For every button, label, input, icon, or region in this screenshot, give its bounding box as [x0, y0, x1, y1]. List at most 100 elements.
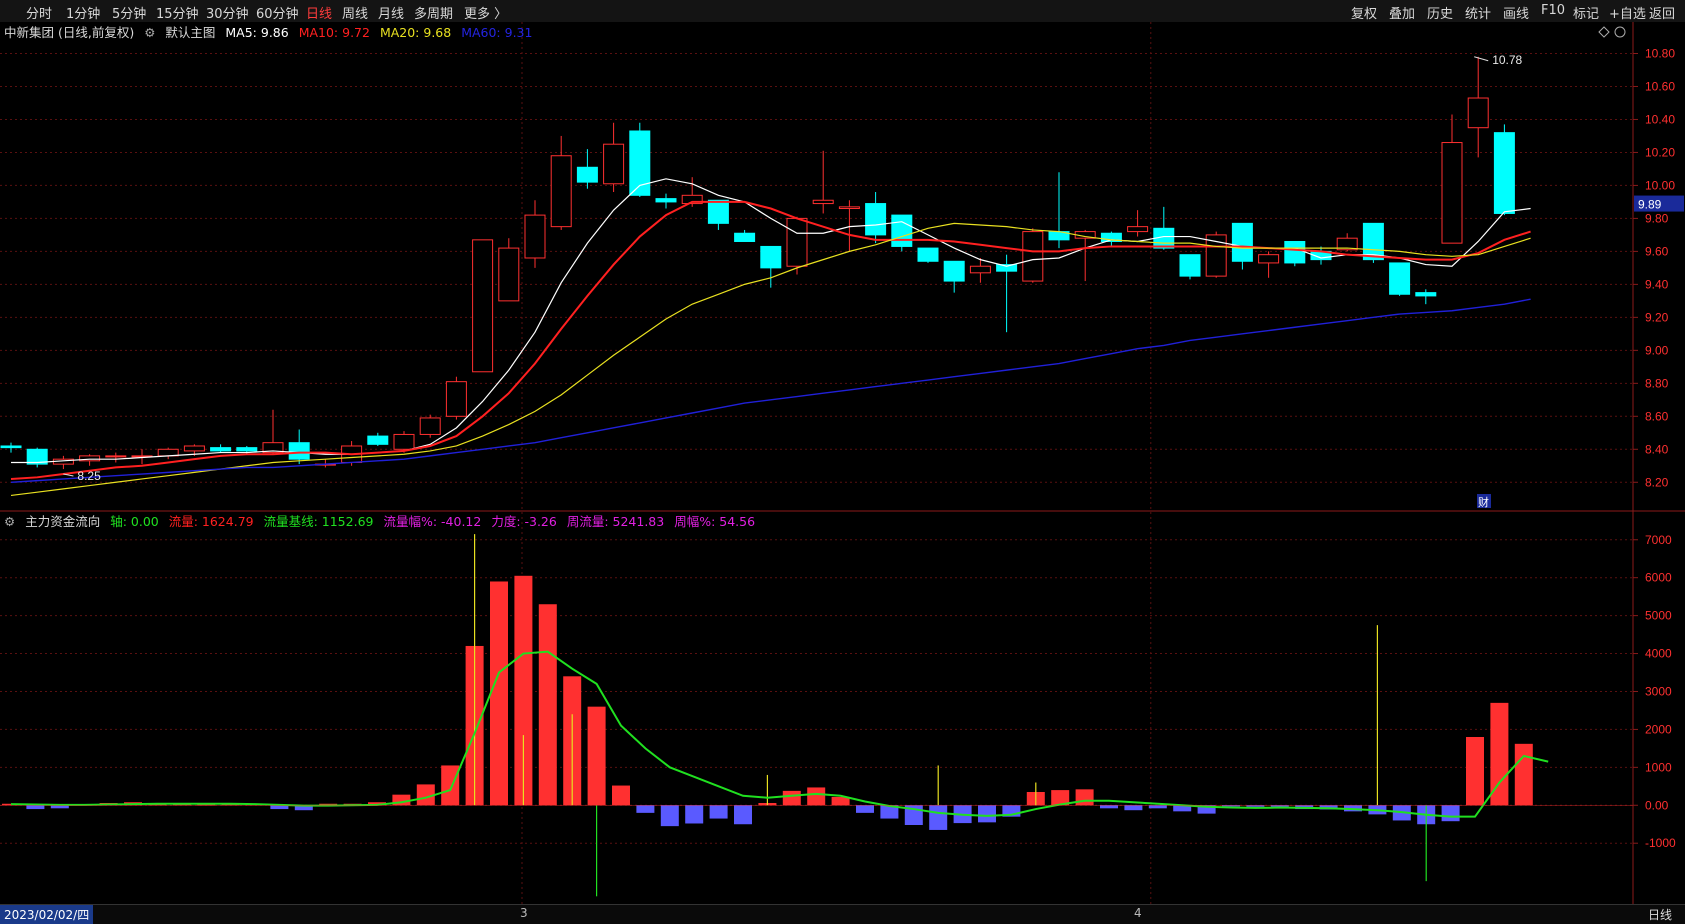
period-tab-4[interactable]: 30分钟	[206, 3, 249, 22]
candle-body-15	[393, 433, 415, 450]
cursor-date: 2023/02/02/四	[0, 905, 94, 924]
main-legend: 中新集团 (日线,前复权) ⚙ 默认主图 MA5: 9.86 MA10: 9.7…	[4, 22, 538, 41]
flow-tick-label-3: 4000	[1645, 647, 1672, 661]
toolbar-button-2[interactable]: 历史	[1427, 3, 1453, 22]
toolbar-button-3[interactable]: 统计	[1465, 3, 1491, 22]
period-tab-9[interactable]: 多周期	[414, 3, 453, 22]
candle-body-28	[734, 232, 756, 242]
period-tab-10[interactable]: 更多 〉	[464, 3, 507, 22]
period-tab-8[interactable]: 月线	[378, 3, 404, 22]
flow-bar-38	[929, 805, 948, 830]
period-tab-7[interactable]: 周线	[342, 3, 368, 22]
flow-bar-59	[1441, 805, 1460, 822]
flow-bar-25	[612, 785, 630, 806]
candle-body-21	[550, 155, 572, 228]
candle-body-20	[524, 214, 546, 259]
flow-bar-1	[26, 805, 45, 810]
flow-tick-label-2: 5000	[1645, 609, 1672, 623]
period-tab-6[interactable]: 日线	[306, 3, 332, 22]
toolbar-button-8[interactable]: 返回	[1649, 3, 1675, 22]
baseline-value: 流量基线: 1152.69	[263, 514, 374, 529]
price-tick-label-1: 10.60	[1645, 79, 1675, 93]
candle-body-35	[917, 247, 939, 262]
candle-body-18	[472, 239, 494, 373]
price-tick-label-3: 10.20	[1645, 145, 1675, 159]
strength-value: 力度: -3.26	[491, 514, 557, 529]
price-tick-label-0: 10.80	[1645, 46, 1675, 60]
sub-indicator-name[interactable]: 主力资金流向	[25, 514, 100, 529]
month-label-3: 3	[520, 906, 528, 920]
candle-body-9	[236, 447, 258, 452]
toolbar-button-0[interactable]: 复权	[1351, 3, 1377, 22]
period-tab-5[interactable]: 60分钟	[256, 3, 299, 22]
toolbar-button-6[interactable]: 标记	[1573, 3, 1599, 22]
candle-body-55	[1441, 142, 1463, 244]
low-price-label: 8.25	[77, 469, 101, 483]
price-tick-label-11: 8.60	[1645, 409, 1669, 423]
candle-body-57	[1493, 132, 1515, 214]
flow-bar-32	[782, 790, 801, 806]
candle-body-47	[1231, 222, 1253, 262]
price-tick-label-12: 8.40	[1645, 442, 1669, 456]
candle-body-23	[603, 143, 625, 185]
toolbar-button-7[interactable]: +自选	[1609, 3, 1646, 22]
period-tab-0[interactable]: 分时	[26, 3, 52, 22]
last-price-label: 9.89	[1638, 198, 1662, 212]
ma5-value: MA5: 9.86	[225, 25, 289, 40]
kline-chart: 10.80 10.60 10.40 10.20 10.00 9.80 9.60 9.40 9.2…	[0, 22, 1685, 904]
flow-bar-62	[1514, 743, 1533, 806]
candle-body-25	[655, 198, 677, 203]
period-tab-1[interactable]: 1分钟	[66, 3, 100, 22]
price-tick-label-6: 9.60	[1645, 244, 1669, 258]
toolbar-button-1[interactable]: 叠加	[1389, 3, 1415, 22]
candle-body-19	[498, 247, 520, 302]
flow-bar-60	[1466, 737, 1484, 806]
flow-tick-label-0: 7000	[1645, 533, 1672, 547]
flow-value: 流量: 1624.79	[168, 514, 254, 529]
candle-body-31	[812, 199, 834, 205]
candle-body-22	[576, 166, 598, 183]
candle-body-39	[1022, 231, 1044, 282]
candle-body-27	[707, 199, 729, 224]
candle-body-30	[786, 217, 808, 267]
toolbar-button-4[interactable]: 画线	[1503, 3, 1529, 22]
ma20-value: MA20: 9.68	[379, 25, 452, 40]
period-label: 日线	[1648, 908, 1673, 922]
candle-body-7	[183, 445, 205, 452]
ma10-value: MA10: 9.72	[298, 25, 370, 40]
flow-bar-28	[685, 805, 704, 824]
toolbar-button-5[interactable]: F10	[1541, 3, 1565, 18]
candle-body-8	[210, 447, 232, 452]
price-tick-label-5: 9.80	[1645, 211, 1669, 225]
flow-bar-24	[587, 706, 606, 806]
flow-bar-33	[807, 787, 826, 806]
candle-body-32	[838, 206, 860, 210]
price-tick-label-8: 9.20	[1645, 310, 1669, 324]
candle-body-49	[1284, 240, 1306, 264]
candle-body-17	[445, 381, 467, 417]
candle-body-4	[105, 455, 127, 458]
price-tick-label-10: 8.80	[1645, 376, 1669, 390]
candle-body-53	[1389, 262, 1411, 295]
period-tab-3[interactable]: 15分钟	[156, 3, 199, 22]
candle-body-45	[1179, 254, 1201, 277]
high-price-label: 10.78	[1492, 53, 1522, 67]
candle-body-54	[1415, 292, 1437, 297]
chart-background	[0, 22, 1685, 904]
flow-tick-label-5: 2000	[1645, 722, 1672, 736]
indicator-name[interactable]: 默认主图	[165, 25, 215, 40]
flow-bar-46	[1124, 805, 1143, 811]
sub-gear-icon[interactable]: ⚙	[4, 514, 15, 529]
period-toolbar: 分时 1分钟 5分钟 15分钟 30分钟 60分钟 日线 周线 月线 多周期 更多 〉 返回 +自选 标记…	[0, 0, 1685, 23]
flow-bar-27	[660, 805, 679, 827]
flow-bar-44	[1075, 789, 1094, 806]
candle-body-16	[419, 417, 441, 435]
flow-bar-40	[978, 805, 996, 823]
candle-body-36	[943, 260, 965, 282]
period-tab-2[interactable]: 5分钟	[112, 3, 146, 22]
candle-body-48	[1258, 254, 1280, 264]
indicator-gear-icon[interactable]: ⚙	[144, 25, 155, 40]
bottom-timebar: 2023/02/02/四 3 4 日线	[0, 904, 1685, 924]
sub-legend: ⚙ 主力资金流向 轴: 0.00 流量: 1624.79 流量基线: 1152.…	[4, 511, 761, 530]
flow-bar-29	[709, 805, 728, 819]
